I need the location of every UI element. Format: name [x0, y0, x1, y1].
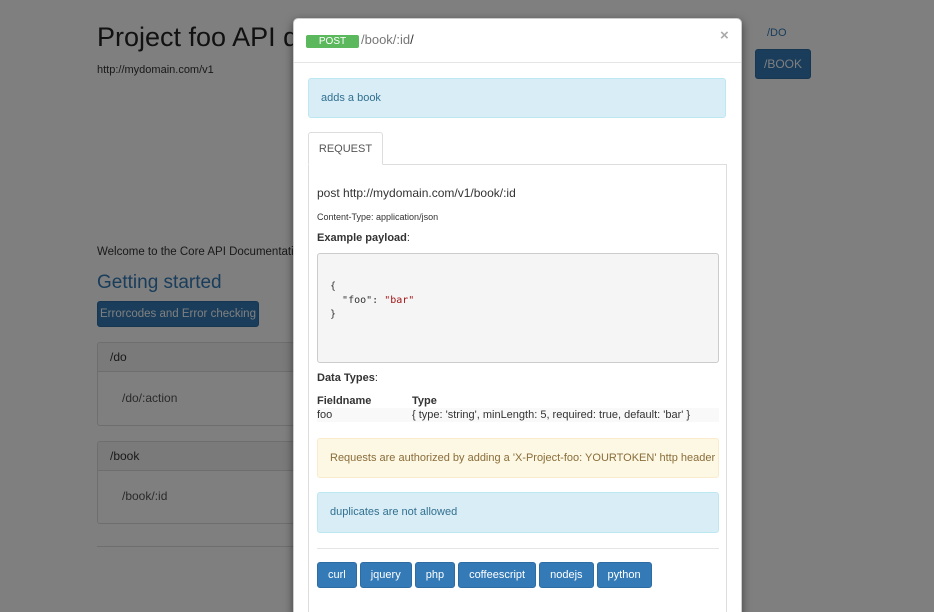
python-button[interactable]: python — [596, 562, 652, 588]
table-cell-type: { type: 'string', minLength: 5, required… — [412, 408, 719, 422]
duplicates-alert: duplicates are not allowed — [317, 492, 719, 533]
code-value: "bar" — [384, 295, 415, 306]
request-line: post http://mydomain.com/v1/book/:id — [317, 186, 516, 200]
tab-request[interactable]: REQUEST — [308, 132, 383, 165]
code-colon: : — [372, 295, 385, 306]
example-payload-label: Example payload: — [317, 232, 410, 244]
php-button[interactable]: php — [414, 562, 456, 588]
description-alert: adds a book — [308, 78, 726, 118]
code-line: "foo": "bar" — [330, 294, 718, 308]
divider — [317, 548, 719, 549]
path-suffix: / — [410, 32, 414, 47]
curl-button[interactable]: curl — [317, 562, 357, 588]
content-type: Content-Type: application/json — [317, 212, 439, 222]
jquery-button[interactable]: jquery — [359, 562, 412, 588]
example-payload-code: { "foo": "bar" } — [317, 253, 719, 363]
code-line: { — [330, 281, 337, 292]
code-key: "foo" — [342, 295, 373, 306]
table-cell-field: foo — [317, 408, 412, 422]
modal-header: POST /book/:id/ × — [294, 19, 741, 63]
endpoint-modal: POST /book/:id/ × adds a book REQUEST po… — [293, 18, 742, 612]
column-header-fieldname: Fieldname — [317, 394, 372, 407]
data-types-table: Fieldname Type foo { type: 'string', min… — [317, 394, 719, 422]
modal-title: /book/:id/ — [361, 32, 414, 47]
endpoint-path: /book/:id — [361, 32, 411, 47]
column-header-type: Type — [412, 394, 437, 407]
code-line: } — [330, 309, 337, 320]
close-icon[interactable]: × — [720, 27, 729, 45]
table-row: foo { type: 'string', minLength: 5, requ… — [317, 408, 719, 422]
coffeescript-button[interactable]: coffeescript — [458, 562, 537, 588]
request-tab-pane: post http://mydomain.com/v1/book/:id Con… — [308, 164, 727, 612]
language-buttons: curl jquery php coffeescript nodejs pyth… — [317, 562, 652, 588]
nodejs-button[interactable]: nodejs — [539, 562, 594, 588]
method-badge: POST — [306, 35, 359, 48]
data-types-label: Data Types: — [317, 372, 378, 384]
table-header-row: Fieldname Type — [317, 394, 719, 408]
auth-alert: Requests are authorized by adding a 'X-P… — [317, 438, 719, 478]
